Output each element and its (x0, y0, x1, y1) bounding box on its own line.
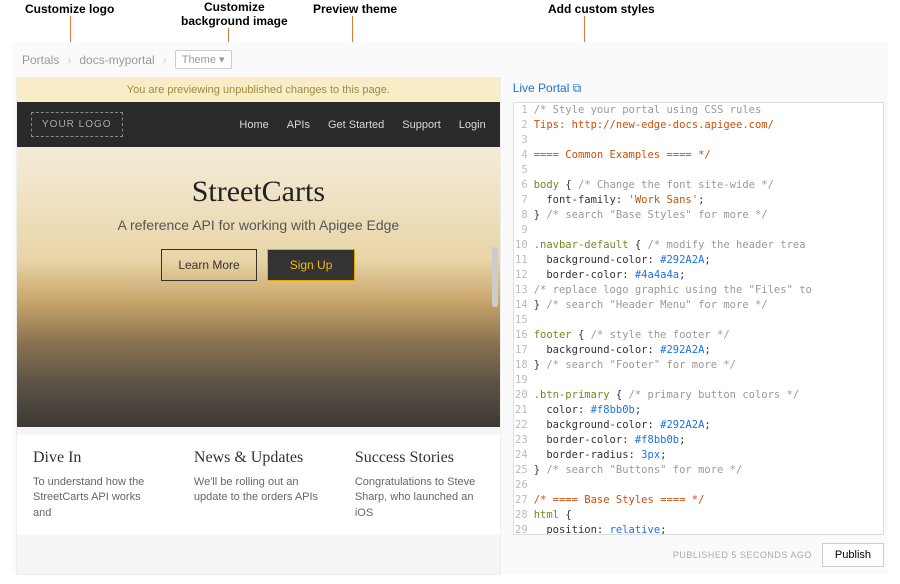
code-line[interactable]: 27/* ==== Base Styles ==== */ (514, 493, 883, 508)
breadcrumb-portal-name[interactable]: docs-myportal (79, 53, 154, 67)
code-line[interactable]: 1/* Style your portal using CSS rules (514, 103, 883, 118)
breadcrumb-sep: › (163, 53, 167, 67)
code-line[interactable]: 7 font-family: 'Work Sans'; (514, 193, 883, 208)
annotation-preview: Preview theme (313, 2, 397, 16)
card-title: Success Stories (355, 449, 484, 467)
hero-subtitle: A reference API for working with Apigee … (17, 217, 500, 233)
annotation-logo: Customize logo (25, 2, 114, 16)
code-line[interactable]: 16footer { /* style the footer */ (514, 328, 883, 343)
code-line[interactable]: 14} /* search "Header Menu" for more */ (514, 298, 883, 313)
sign-up-button[interactable]: Sign Up (267, 249, 356, 281)
learn-more-button[interactable]: Learn More (161, 249, 256, 281)
card-body: We'll be rolling out an update to the or… (194, 475, 323, 506)
card: Dive In To understand how the StreetCarts… (17, 435, 178, 535)
code-line[interactable]: 19 (514, 373, 883, 388)
scrollbar[interactable] (492, 247, 498, 307)
code-line[interactable]: 23 border-color: #f8bb0b; (514, 433, 883, 448)
code-line[interactable]: 22 background-color: #292A2A; (514, 418, 883, 433)
code-line[interactable]: 10.navbar-default { /* modify the header… (514, 238, 883, 253)
code-line[interactable]: 24 border-radius: 3px; (514, 448, 883, 463)
preview-banner: You are previewing unpublished changes t… (17, 78, 500, 102)
card: News & Updates We'll be rolling out an up… (178, 435, 339, 535)
breadcrumb-portals[interactable]: Portals (22, 53, 59, 67)
code-line[interactable]: 9 (514, 223, 883, 238)
code-line[interactable]: 3 (514, 133, 883, 148)
code-line[interactable]: 25} /* search "Buttons" for more */ (514, 463, 883, 478)
preview-pane: You are previewing unpublished changes t… (16, 77, 501, 575)
card-title: Dive In (33, 449, 162, 467)
code-line[interactable]: 11 background-color: #292A2A; (514, 253, 883, 268)
live-portal-link[interactable]: Live Portal ⧉ (513, 81, 582, 95)
card-title: News & Updates (194, 449, 323, 467)
breadcrumb: Portals › docs-myportal › Theme ▾ (12, 42, 888, 77)
card: Success Stories Congratulations to Steve … (339, 435, 500, 535)
nav-link[interactable]: Get Started (328, 119, 384, 131)
code-line[interactable]: 29 position: relative; (514, 523, 883, 535)
nav-link[interactable]: Login (459, 119, 486, 131)
code-line[interactable]: 5 (514, 163, 883, 178)
code-line[interactable]: 12 border-color: #4a4a4a; (514, 268, 883, 283)
nav-link[interactable]: APIs (287, 119, 310, 131)
code-line[interactable]: 6body { /* Change the font site-wide */ (514, 178, 883, 193)
code-line[interactable]: 21 color: #f8bb0b; (514, 403, 883, 418)
code-line[interactable]: 13/* replace logo graphic using the "Fil… (514, 283, 883, 298)
nav-link[interactable]: Support (402, 119, 441, 131)
preview-navbar: YOUR LOGO Home APIs Get Started Support Logi… (17, 102, 500, 147)
css-editor[interactable]: 1/* Style your portal using CSS rules2Ti… (513, 102, 884, 535)
code-line[interactable]: 8} /* search "Base Styles" for more */ (514, 208, 883, 223)
code-line[interactable]: 18} /* search "Footer" for more */ (514, 358, 883, 373)
publish-button[interactable]: Publish (822, 543, 884, 567)
app-shell: Portals › docs-myportal › Theme ▾ You ar… (12, 42, 888, 574)
main-row: You are previewing unpublished changes t… (12, 77, 888, 575)
annotation-bg: Customize background image (181, 0, 288, 28)
card-body: To understand how the StreetCarts API wo… (33, 475, 162, 521)
hero-bg[interactable]: StreetCarts A reference API for working … (17, 147, 500, 427)
code-line[interactable]: 2Tips: http://new-edge-docs.apigee.com/ (514, 118, 883, 133)
external-link-icon: ⧉ (573, 81, 582, 95)
editor-column: Live Portal ⧉ 1/* Style your portal usin… (513, 77, 884, 575)
breadcrumb-sep: › (67, 53, 71, 67)
nav-link[interactable]: Home (239, 119, 268, 131)
logo-placeholder[interactable]: YOUR LOGO (31, 112, 123, 137)
theme-dropdown[interactable]: Theme ▾ (175, 50, 232, 69)
code-line[interactable]: 17 background-color: #292A2A; (514, 343, 883, 358)
code-line[interactable]: 28html { (514, 508, 883, 523)
code-line[interactable]: 4==== Common Examples ==== */ (514, 148, 883, 163)
annotation-styles: Add custom styles (548, 2, 655, 16)
code-line[interactable]: 15 (514, 313, 883, 328)
code-line[interactable]: 26 (514, 478, 883, 493)
code-line[interactable]: 20.btn-primary { /* primary button color… (514, 388, 883, 403)
card-body: Congratulations to Steve Sharp, who laun… (355, 475, 484, 521)
published-note: PUBLISHED 5 SECONDS AGO (673, 550, 812, 560)
hero-title: StreetCarts (17, 175, 500, 209)
